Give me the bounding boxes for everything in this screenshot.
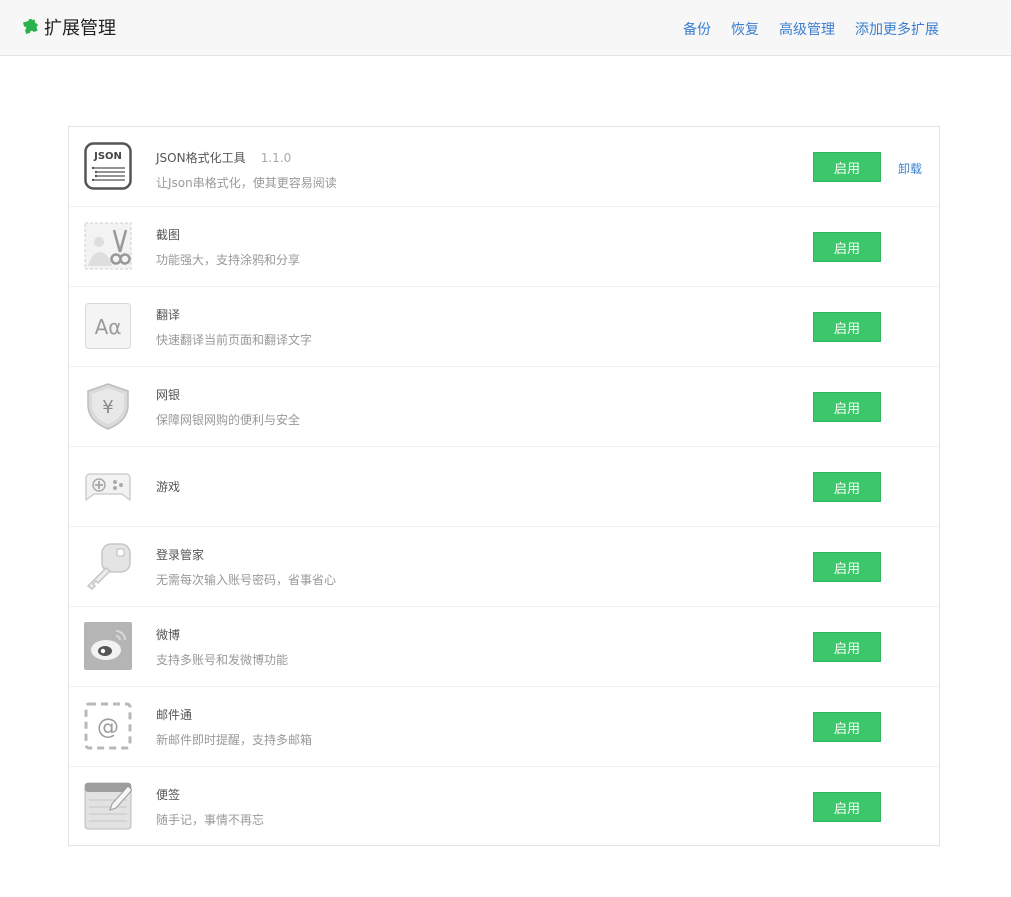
extension-name: 游戏 (156, 480, 181, 494)
enable-button[interactable]: 启用 (813, 392, 881, 422)
extension-info: 登录管家 无需每次输入账号密码，省事省心 (156, 547, 336, 588)
extension-desc: 快速翻译当前页面和翻译文字 (156, 333, 313, 347)
translate-icon: Aα (85, 303, 131, 349)
extension-desc: 功能强大，支持涂鸦和分享 (156, 253, 301, 267)
svg-text:Aα: Aα (95, 315, 122, 339)
screenshot-icon (84, 222, 132, 270)
enable-button[interactable]: 启用 (813, 632, 881, 662)
weibo-icon (84, 622, 132, 670)
enable-button[interactable]: 启用 (813, 472, 881, 502)
extension-info: 翻译 快速翻译当前页面和翻译文字 (156, 307, 312, 348)
extension-version: 1.1.0 (260, 151, 292, 165)
extension-list: JSON JSON格式化工具 1.1.0 让Json串格式化，使其更容易阅读 启… (68, 126, 940, 846)
uninstall-link[interactable]: 卸载 (898, 160, 922, 177)
svg-text:¥: ¥ (102, 397, 113, 418)
extension-name: 截图 (156, 228, 181, 242)
backup-link[interactable]: 备份 (683, 19, 711, 39)
notepad-icon (84, 782, 132, 830)
page-title: 扩展管理 (44, 18, 116, 39)
extension-row-json: JSON JSON格式化工具 1.1.0 让Json串格式化，使其更容易阅读 启… (69, 127, 939, 207)
extension-info: 截图 功能强大，支持涂鸦和分享 (156, 227, 300, 268)
enable-button[interactable]: 启用 (813, 312, 881, 342)
top-bar: 扩展管理 备份 恢复 高级管理 添加更多扩展 (0, 0, 1011, 56)
enable-button[interactable]: 启用 (813, 232, 881, 262)
extension-name: 微博 (156, 628, 181, 642)
extension-row-translate: Aα 翻译 快速翻译当前页面和翻译文字 启用 (69, 287, 939, 367)
enable-button[interactable]: 启用 (813, 552, 881, 582)
extension-desc: 无需每次输入账号密码，省事省心 (156, 573, 337, 587)
extension-info: 游戏 (156, 479, 180, 495)
extension-row-weibo: 微博 支持多账号和发微博功能 启用 (69, 607, 939, 687)
extension-name: 登录管家 (156, 548, 205, 562)
header-nav: 备份 恢复 高级管理 添加更多扩展 (683, 19, 939, 39)
enable-button[interactable]: 启用 (813, 152, 881, 182)
extension-row-mail: @ 邮件通 新邮件即时提醒，支持多邮箱 启用 (69, 687, 939, 767)
extension-name: JSON格式化工具 (156, 151, 246, 165)
extension-name: 邮件通 (156, 708, 193, 722)
extension-info: 邮件通 新邮件即时提醒，支持多邮箱 (156, 707, 312, 748)
mail-at-icon: @ (84, 702, 132, 750)
add-more-extensions-link[interactable]: 添加更多扩展 (855, 19, 939, 39)
extension-desc: 支持多账号和发微博功能 (156, 653, 289, 667)
extension-info: 便签 随手记，事情不再忘 (156, 787, 264, 828)
extension-desc: 随手记，事情不再忘 (156, 813, 265, 827)
extension-row-login-manager: 登录管家 无需每次输入账号密码，省事省心 启用 (69, 527, 939, 607)
extension-row-screenshot: 截图 功能强大，支持涂鸦和分享 启用 (69, 207, 939, 287)
extension-row-ebank: ¥ 网银 保障网银网购的便利与安全 启用 (69, 367, 939, 447)
extension-desc: 保障网银网购的便利与安全 (156, 413, 301, 427)
extension-desc: 新邮件即时提醒，支持多邮箱 (156, 733, 313, 747)
svg-text:@: @ (97, 715, 119, 740)
advanced-manage-link[interactable]: 高级管理 (779, 19, 835, 39)
key-icon (86, 543, 131, 590)
enable-button[interactable]: 启用 (813, 712, 881, 742)
extension-info: JSON格式化工具 1.1.0 让Json串格式化，使其更容易阅读 (156, 147, 337, 191)
extension-name: 网银 (156, 388, 181, 402)
svg-text:JSON: JSON (93, 151, 122, 162)
puzzle-piece-icon (22, 18, 38, 34)
extension-info: 微博 支持多账号和发微博功能 (156, 627, 288, 668)
brand: 扩展管理 (22, 14, 116, 40)
gamepad-icon (85, 473, 131, 502)
extension-row-game: 游戏 启用 (69, 447, 939, 527)
enable-button[interactable]: 启用 (813, 792, 881, 822)
extension-desc: 让Json串格式化，使其更容易阅读 (156, 176, 337, 190)
extension-name: 便签 (156, 788, 181, 802)
extension-info: 网银 保障网银网购的便利与安全 (156, 387, 300, 428)
extension-name: 翻译 (156, 308, 181, 322)
json-icon: JSON (84, 142, 132, 190)
shield-yen-icon: ¥ (87, 383, 129, 430)
extension-row-notepad: 便签 随手记，事情不再忘 启用 (69, 767, 939, 845)
restore-link[interactable]: 恢复 (731, 19, 759, 39)
